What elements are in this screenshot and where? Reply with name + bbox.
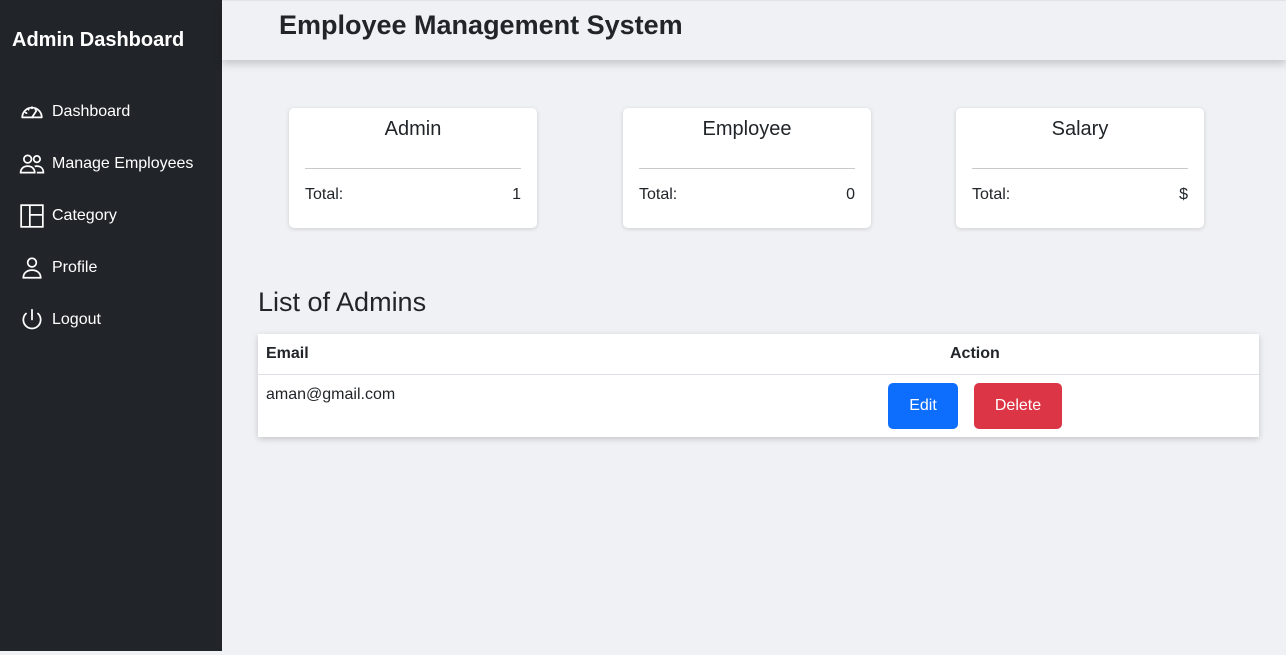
top-header: Employee Management System [222,0,1286,60]
column-header-email: Email [266,345,309,362]
employee-summary-card: Employee Total: 0 [623,108,871,228]
sidebar-item-manage-employees[interactable]: Manage Employees [0,138,222,190]
sidebar-item-logout[interactable]: Logout [0,294,222,346]
admin-summary-card: Admin Total: 1 [289,108,537,228]
card-title: Admin [384,118,442,140]
person-icon [19,255,45,281]
sidebar-item-profile[interactable]: Profile [0,242,222,294]
table-header-divider [258,374,1259,375]
people-icon [19,151,45,177]
columns-icon [19,203,45,229]
column-header-action: Action [950,345,1000,362]
admins-table: Email Action aman@gmail.com Edit Delete [258,334,1259,437]
edit-button[interactable]: Edit [888,383,958,429]
power-icon [19,307,45,333]
card-total-label: Total: [972,186,1011,203]
card-total-value: 1 [512,186,521,203]
card-title: Salary [1051,118,1109,140]
sidebar-nav: Dashboard Manage Employees Category Prof… [0,86,222,346]
sidebar: Admin Dashboard Dashboard Manage Employe… [0,0,222,651]
card-title: Employee [702,118,792,140]
sidebar-title: Admin Dashboard [12,29,185,51]
admin-email: aman@gmail.com [266,386,396,403]
card-divider [639,168,855,169]
delete-button[interactable]: Delete [974,383,1062,429]
admins-section-title: List of Admins [258,287,427,317]
sidebar-item-category[interactable]: Category [0,190,222,242]
salary-summary-card: Salary Total: $ [956,108,1204,228]
card-divider [305,168,521,169]
card-total-value: 0 [846,186,855,203]
sidebar-item-label: Profile [52,259,98,276]
main-content: Employee Management System Admin Total: … [222,0,1286,651]
card-divider [972,168,1188,169]
card-total-label: Total: [639,186,678,203]
app-window: Admin Dashboard Dashboard Manage Employe… [0,0,1286,655]
sidebar-item-label: Category [52,207,117,224]
speedometer-icon [19,99,45,125]
sidebar-item-label: Dashboard [52,103,131,120]
page-title: Employee Management System [279,10,683,40]
sidebar-item-dashboard[interactable]: Dashboard [0,86,222,138]
card-total-label: Total: [305,186,344,203]
card-total-value: $ [1179,186,1188,203]
sidebar-item-label: Logout [52,311,101,328]
sidebar-item-label: Manage Employees [52,155,194,172]
